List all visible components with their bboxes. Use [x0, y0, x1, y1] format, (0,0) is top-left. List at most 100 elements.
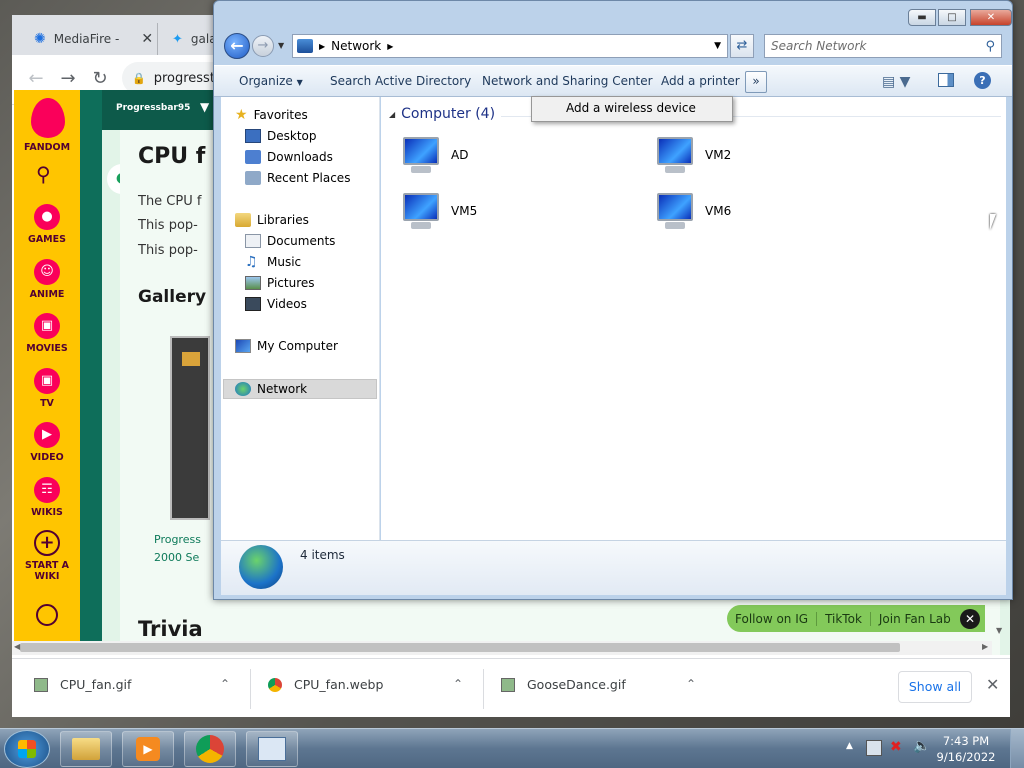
close-icon[interactable]: ✕	[960, 609, 980, 629]
fandom-nav-video[interactable]: ▶ VIDEO	[14, 422, 80, 463]
site-name[interactable]: Progressbar95	[116, 103, 190, 113]
search-active-directory-button[interactable]: Search Active Directory	[330, 74, 471, 88]
search-icon[interactable]: ⚲	[985, 39, 995, 54]
gallery-image[interactable]	[170, 336, 210, 520]
nav-downloads[interactable]: Downloads	[245, 147, 333, 167]
title-bar[interactable]: ▬ □ ✕	[214, 1, 1012, 31]
download-item[interactable]: CPU_fan.gif	[34, 677, 131, 692]
recent-places-icon	[245, 171, 261, 185]
nav-libraries[interactable]: Libraries	[235, 210, 309, 230]
user-icon[interactable]	[36, 604, 58, 626]
tiktok-link[interactable]: TikTok	[817, 611, 871, 626]
nav-network[interactable]: Network	[235, 379, 307, 399]
address-box[interactable]: ▶ Network ▶ ▼	[292, 34, 728, 58]
collapse-icon[interactable]: ◢	[389, 110, 395, 119]
action-center-icon[interactable]	[866, 740, 882, 756]
scroll-left-icon[interactable]: ◀	[14, 642, 20, 651]
recent-pages-dropdown[interactable]: ▼	[278, 41, 284, 50]
taskbar-media-player[interactable]: ▶	[122, 731, 174, 767]
gallery-caption[interactable]: 2000 Se	[154, 551, 199, 564]
show-all-button[interactable]: Show all	[898, 671, 972, 703]
taskbar-explorer[interactable]	[60, 731, 112, 767]
network-icon	[297, 39, 313, 53]
nav-desktop[interactable]: Desktop	[245, 126, 317, 146]
close-button[interactable]: ✕	[970, 9, 1012, 26]
maximize-button[interactable]: □	[938, 9, 966, 26]
download-filename: CPU_fan.webp	[294, 677, 384, 692]
computer-item-vm6[interactable]: VM6	[653, 191, 731, 231]
search-icon[interactable]: ⚲	[36, 162, 60, 186]
network-status-icon[interactable]: ✖	[890, 739, 902, 755]
scroll-right-icon[interactable]: ▶	[982, 642, 988, 651]
minimize-button[interactable]: ▬	[908, 9, 936, 26]
download-item[interactable]: GooseDance.gif	[501, 677, 626, 692]
view-options-icon[interactable]: ▤ ▼	[882, 74, 910, 90]
help-icon[interactable]: ?	[974, 72, 991, 89]
back-arrow-icon[interactable]: ←	[24, 67, 48, 91]
nav-videos[interactable]: Videos	[245, 294, 307, 314]
start-button[interactable]	[4, 730, 50, 768]
nav-favorites[interactable]: ★ Favorites	[235, 105, 308, 125]
documents-icon	[245, 234, 261, 248]
refresh-button[interactable]: ⇄	[730, 34, 754, 58]
preview-pane-icon[interactable]	[938, 73, 954, 87]
paragraph: This pop-	[138, 218, 198, 233]
nav-documents[interactable]: Documents	[245, 231, 335, 251]
tab-mediafire[interactable]: ✺ MediaFire - ✕	[20, 23, 156, 55]
computer-item-ad[interactable]: AD	[399, 135, 468, 175]
fandom-nav-tv[interactable]: ▣ TV	[14, 368, 80, 409]
organize-menu[interactable]: Organize ▼	[239, 74, 303, 88]
fandom-nav-wikis[interactable]: ☶ WIKIS	[14, 477, 80, 518]
close-icon[interactable]: ✕	[986, 675, 999, 694]
fandom-nav-anime[interactable]: ☺ ANIME	[14, 259, 80, 300]
computer-item-vm5[interactable]: VM5	[399, 191, 477, 231]
search-input[interactable]: Search Network ⚲	[764, 34, 1002, 58]
more-commands-button[interactable]: »	[745, 71, 767, 93]
fandom-nav-start-wiki[interactable]: + START A WIKI	[14, 530, 80, 582]
chrome-file-icon	[268, 677, 282, 692]
follow-ig-link[interactable]: Follow on IG	[727, 611, 818, 626]
show-hidden-icons[interactable]: ▲	[846, 741, 853, 751]
network-globe-icon	[239, 545, 283, 589]
close-tab-icon[interactable]: ✕	[141, 31, 153, 47]
network-sharing-center-button[interactable]: Network and Sharing Center	[482, 74, 653, 88]
tab-twitter[interactable]: ✦ galax	[157, 23, 224, 55]
chevron-up-icon[interactable]: ⌃	[453, 677, 463, 691]
taskbar-network[interactable]	[246, 731, 298, 767]
chevron-up-icon[interactable]: ⌃	[686, 677, 696, 691]
computer-item-vm2[interactable]: VM2	[653, 135, 731, 175]
nav-recent-places[interactable]: Recent Places	[245, 168, 350, 188]
nav-my-computer[interactable]: My Computer	[235, 336, 338, 356]
forward-button[interactable]: →	[252, 35, 274, 57]
computer-label: VM2	[705, 148, 732, 162]
forward-arrow-icon[interactable]: →	[56, 67, 80, 91]
gallery-caption[interactable]: Progress	[154, 533, 201, 546]
reload-icon[interactable]: ↻	[88, 67, 112, 91]
chevron-down-icon[interactable]: ▼	[200, 100, 209, 114]
nav-pictures[interactable]: Pictures	[245, 273, 315, 293]
clock[interactable]: 7:43 PM 9/16/2022	[936, 733, 996, 765]
nav-music[interactable]: ♫ Music	[245, 252, 301, 272]
scroll-down-icon[interactable]: ▼	[996, 626, 1002, 635]
show-desktop-button[interactable]	[1010, 729, 1024, 768]
volume-icon[interactable]: 🔈	[913, 738, 930, 754]
fandom-nav-games[interactable]: ● GAMES	[14, 204, 80, 245]
breadcrumb-arrow-icon[interactable]: ▶	[319, 42, 325, 51]
download-item[interactable]: CPU_fan.webp	[268, 677, 383, 692]
chevron-up-icon[interactable]: ⌃	[220, 677, 230, 691]
address-dropdown-icon[interactable]: ▼	[714, 41, 721, 51]
breadcrumb-arrow-icon[interactable]: ▶	[387, 42, 393, 51]
add-wireless-device-item[interactable]: Add a wireless device	[566, 101, 696, 115]
scrollbar-thumb[interactable]	[20, 643, 900, 652]
computer-icon	[399, 191, 443, 231]
back-button[interactable]: ←	[224, 33, 250, 59]
divider	[483, 669, 484, 709]
taskbar-chrome[interactable]	[184, 731, 236, 767]
add-printer-button[interactable]: Add a printer	[661, 74, 740, 88]
breadcrumb[interactable]: Network	[331, 39, 381, 53]
fandom-logo-icon[interactable]	[31, 98, 65, 138]
join-fan-lab-link[interactable]: Join Fan Lab	[871, 612, 959, 626]
group-header[interactable]: ◢ Computer (4)	[389, 106, 495, 122]
fandom-nav-movies[interactable]: ▣ MOVIES	[14, 313, 80, 354]
image-file-icon	[501, 677, 515, 692]
